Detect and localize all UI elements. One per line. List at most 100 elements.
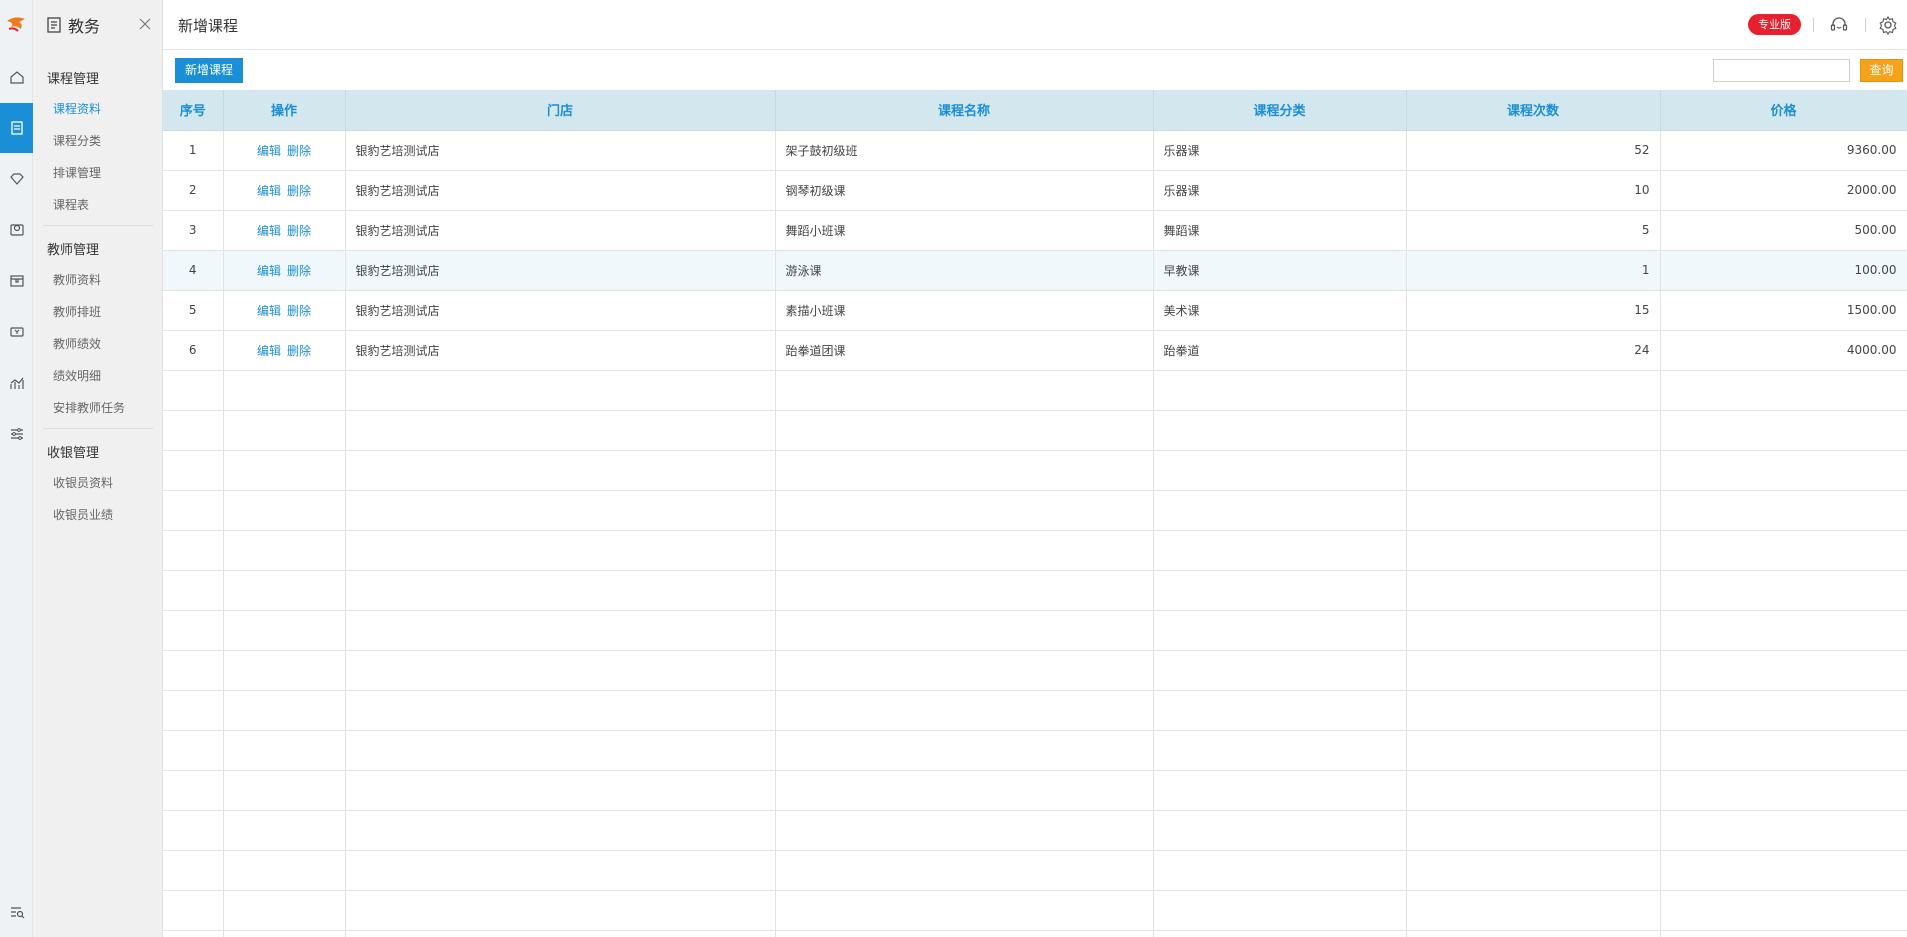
empty-cell	[1153, 450, 1407, 491]
delete-link[interactable]: 删除	[287, 144, 311, 158]
empty-cell	[775, 490, 1154, 531]
empty-table-row	[163, 490, 1907, 531]
edit-link[interactable]: 编辑	[257, 224, 281, 238]
sidebar-item-course-info[interactable]: 课程资料	[53, 100, 101, 117]
empty-cell	[1660, 410, 1907, 451]
empty-cell	[1660, 650, 1907, 691]
sidebar-item-timetable[interactable]: 课程表	[53, 196, 89, 213]
column-header-course-name[interactable]: 课程名称	[775, 90, 1154, 131]
column-header-no[interactable]: 序号	[163, 90, 224, 131]
gear-icon[interactable]	[1876, 13, 1900, 37]
empty-cell	[1660, 450, 1907, 491]
empty-cell	[163, 570, 224, 611]
empty-cell	[223, 450, 346, 491]
cell-no: 6	[163, 330, 224, 371]
empty-cell	[345, 730, 776, 771]
column-header-category[interactable]: 课程分类	[1153, 90, 1407, 131]
empty-cell	[1660, 730, 1907, 771]
settings-sliders-icon[interactable]	[0, 409, 33, 459]
empty-cell	[345, 490, 776, 531]
query-button[interactable]: 查询	[1860, 59, 1903, 82]
empty-cell	[223, 570, 346, 611]
add-course-button[interactable]: 新增课程	[175, 58, 244, 83]
cell-name: 架子鼓初级班	[775, 130, 1154, 171]
empty-cell	[345, 690, 776, 731]
diamond-icon[interactable]	[0, 154, 33, 204]
menu-search-icon[interactable]	[0, 887, 33, 937]
sidebar-item-cashier-info[interactable]: 收银员资料	[53, 474, 113, 491]
edit-link[interactable]: 编辑	[257, 184, 281, 198]
sidebar-item-scheduling[interactable]: 排课管理	[53, 164, 101, 181]
edit-link[interactable]: 编辑	[257, 264, 281, 278]
cell-count: 15	[1406, 290, 1661, 331]
sidebar-item-cashier-performance[interactable]: 收银员业绩	[53, 506, 113, 523]
empty-cell	[163, 370, 224, 411]
edit-link[interactable]: 编辑	[257, 304, 281, 318]
empty-cell	[775, 530, 1154, 571]
empty-table-row	[163, 570, 1907, 611]
cash-icon[interactable]	[0, 307, 33, 357]
empty-cell	[1660, 570, 1907, 611]
table-body: 1 编辑 删除 银豹艺培测试店 架子鼓初级班 乐器课 52 9360.00 2 编辑 删除 银豹艺培测…	[163, 130, 1907, 937]
row-actions: 编辑 删除	[223, 170, 346, 211]
empty-cell	[163, 450, 224, 491]
brand-logo-icon[interactable]	[0, 8, 33, 42]
sidebar-item-course-category[interactable]: 课程分类	[53, 132, 101, 149]
delete-link[interactable]: 删除	[287, 264, 311, 278]
empty-cell	[1153, 730, 1407, 771]
search-input[interactable]	[1713, 59, 1850, 82]
edit-link[interactable]: 编辑	[257, 144, 281, 158]
edit-link[interactable]: 编辑	[257, 344, 281, 358]
sidebar-item-teacher-shift[interactable]: 教师排班	[53, 303, 101, 320]
headset-icon[interactable]	[1827, 13, 1851, 37]
sidebar-item-teacher-tasks[interactable]: 安排教师任务	[53, 399, 125, 416]
table-row[interactable]: 4 编辑 删除 银豹艺培测试店 游泳课 早教课 1 100.00	[163, 250, 1907, 291]
sidebar-item-teacher-info[interactable]: 教师资料	[53, 271, 101, 288]
edition-badge[interactable]: 专业版	[1748, 14, 1801, 35]
column-header-store[interactable]: 门店	[345, 90, 776, 131]
group-course-management: 课程管理	[47, 72, 100, 87]
academic-icon[interactable]	[0, 103, 33, 153]
cell-count: 24	[1406, 330, 1661, 371]
cell-category: 美术课	[1153, 290, 1407, 331]
cell-no: 4	[163, 250, 224, 291]
empty-cell	[1406, 730, 1661, 771]
empty-table-row	[163, 690, 1907, 731]
empty-cell	[223, 810, 346, 851]
empty-cell	[163, 490, 224, 531]
table-row[interactable]: 2 编辑 删除 银豹艺培测试店 钢琴初级课 乐器课 10 2000.00	[163, 170, 1907, 211]
table-row[interactable]: 3 编辑 删除 银豹艺培测试店 舞蹈小班课 舞蹈课 5 500.00	[163, 210, 1907, 251]
report-chart-icon[interactable]	[0, 358, 33, 408]
empty-table-row	[163, 810, 1907, 851]
table-row[interactable]: 1 编辑 删除 银豹艺培测试店 架子鼓初级班 乐器课 52 9360.00	[163, 130, 1907, 171]
course-table: 序号 操作 门店 课程名称 课程分类 课程次数 价格 1 编辑 删除 银豹艺培测试店架…	[163, 90, 1907, 937]
empty-cell	[223, 530, 346, 571]
delete-link[interactable]: 删除	[287, 344, 311, 358]
empty-cell	[223, 930, 346, 937]
empty-cell	[775, 650, 1154, 691]
box-icon[interactable]	[0, 256, 33, 306]
empty-cell	[1406, 610, 1661, 651]
table-row[interactable]: 5 编辑 删除 银豹艺培测试店 素描小班课 美术课 15 1500.00	[163, 290, 1907, 331]
empty-cell	[1153, 850, 1407, 891]
close-icon[interactable]	[139, 18, 151, 30]
cell-price: 2000.00	[1660, 170, 1907, 211]
home-icon[interactable]	[0, 52, 33, 102]
sidebar-item-teacher-performance[interactable]: 教师绩效	[53, 335, 101, 352]
cell-name: 钢琴初级课	[775, 170, 1154, 211]
empty-cell	[345, 610, 776, 651]
column-header-actions[interactable]: 操作	[223, 90, 346, 131]
sidebar-item-performance-detail[interactable]: 绩效明细	[53, 367, 101, 384]
member-icon[interactable]	[0, 205, 33, 255]
delete-link[interactable]: 删除	[287, 184, 311, 198]
divider	[43, 225, 153, 226]
empty-cell	[775, 770, 1154, 811]
column-header-lesson-count[interactable]: 课程次数	[1406, 90, 1661, 131]
table-row[interactable]: 6 编辑 删除 银豹艺培测试店 跆拳道团课 跆拳道 24 4000.00	[163, 330, 1907, 371]
column-header-price[interactable]: 价格	[1660, 90, 1907, 131]
empty-cell	[1660, 530, 1907, 571]
delete-link[interactable]: 删除	[287, 224, 311, 238]
empty-cell	[775, 850, 1154, 891]
delete-link[interactable]: 删除	[287, 304, 311, 318]
empty-cell	[1153, 690, 1407, 731]
